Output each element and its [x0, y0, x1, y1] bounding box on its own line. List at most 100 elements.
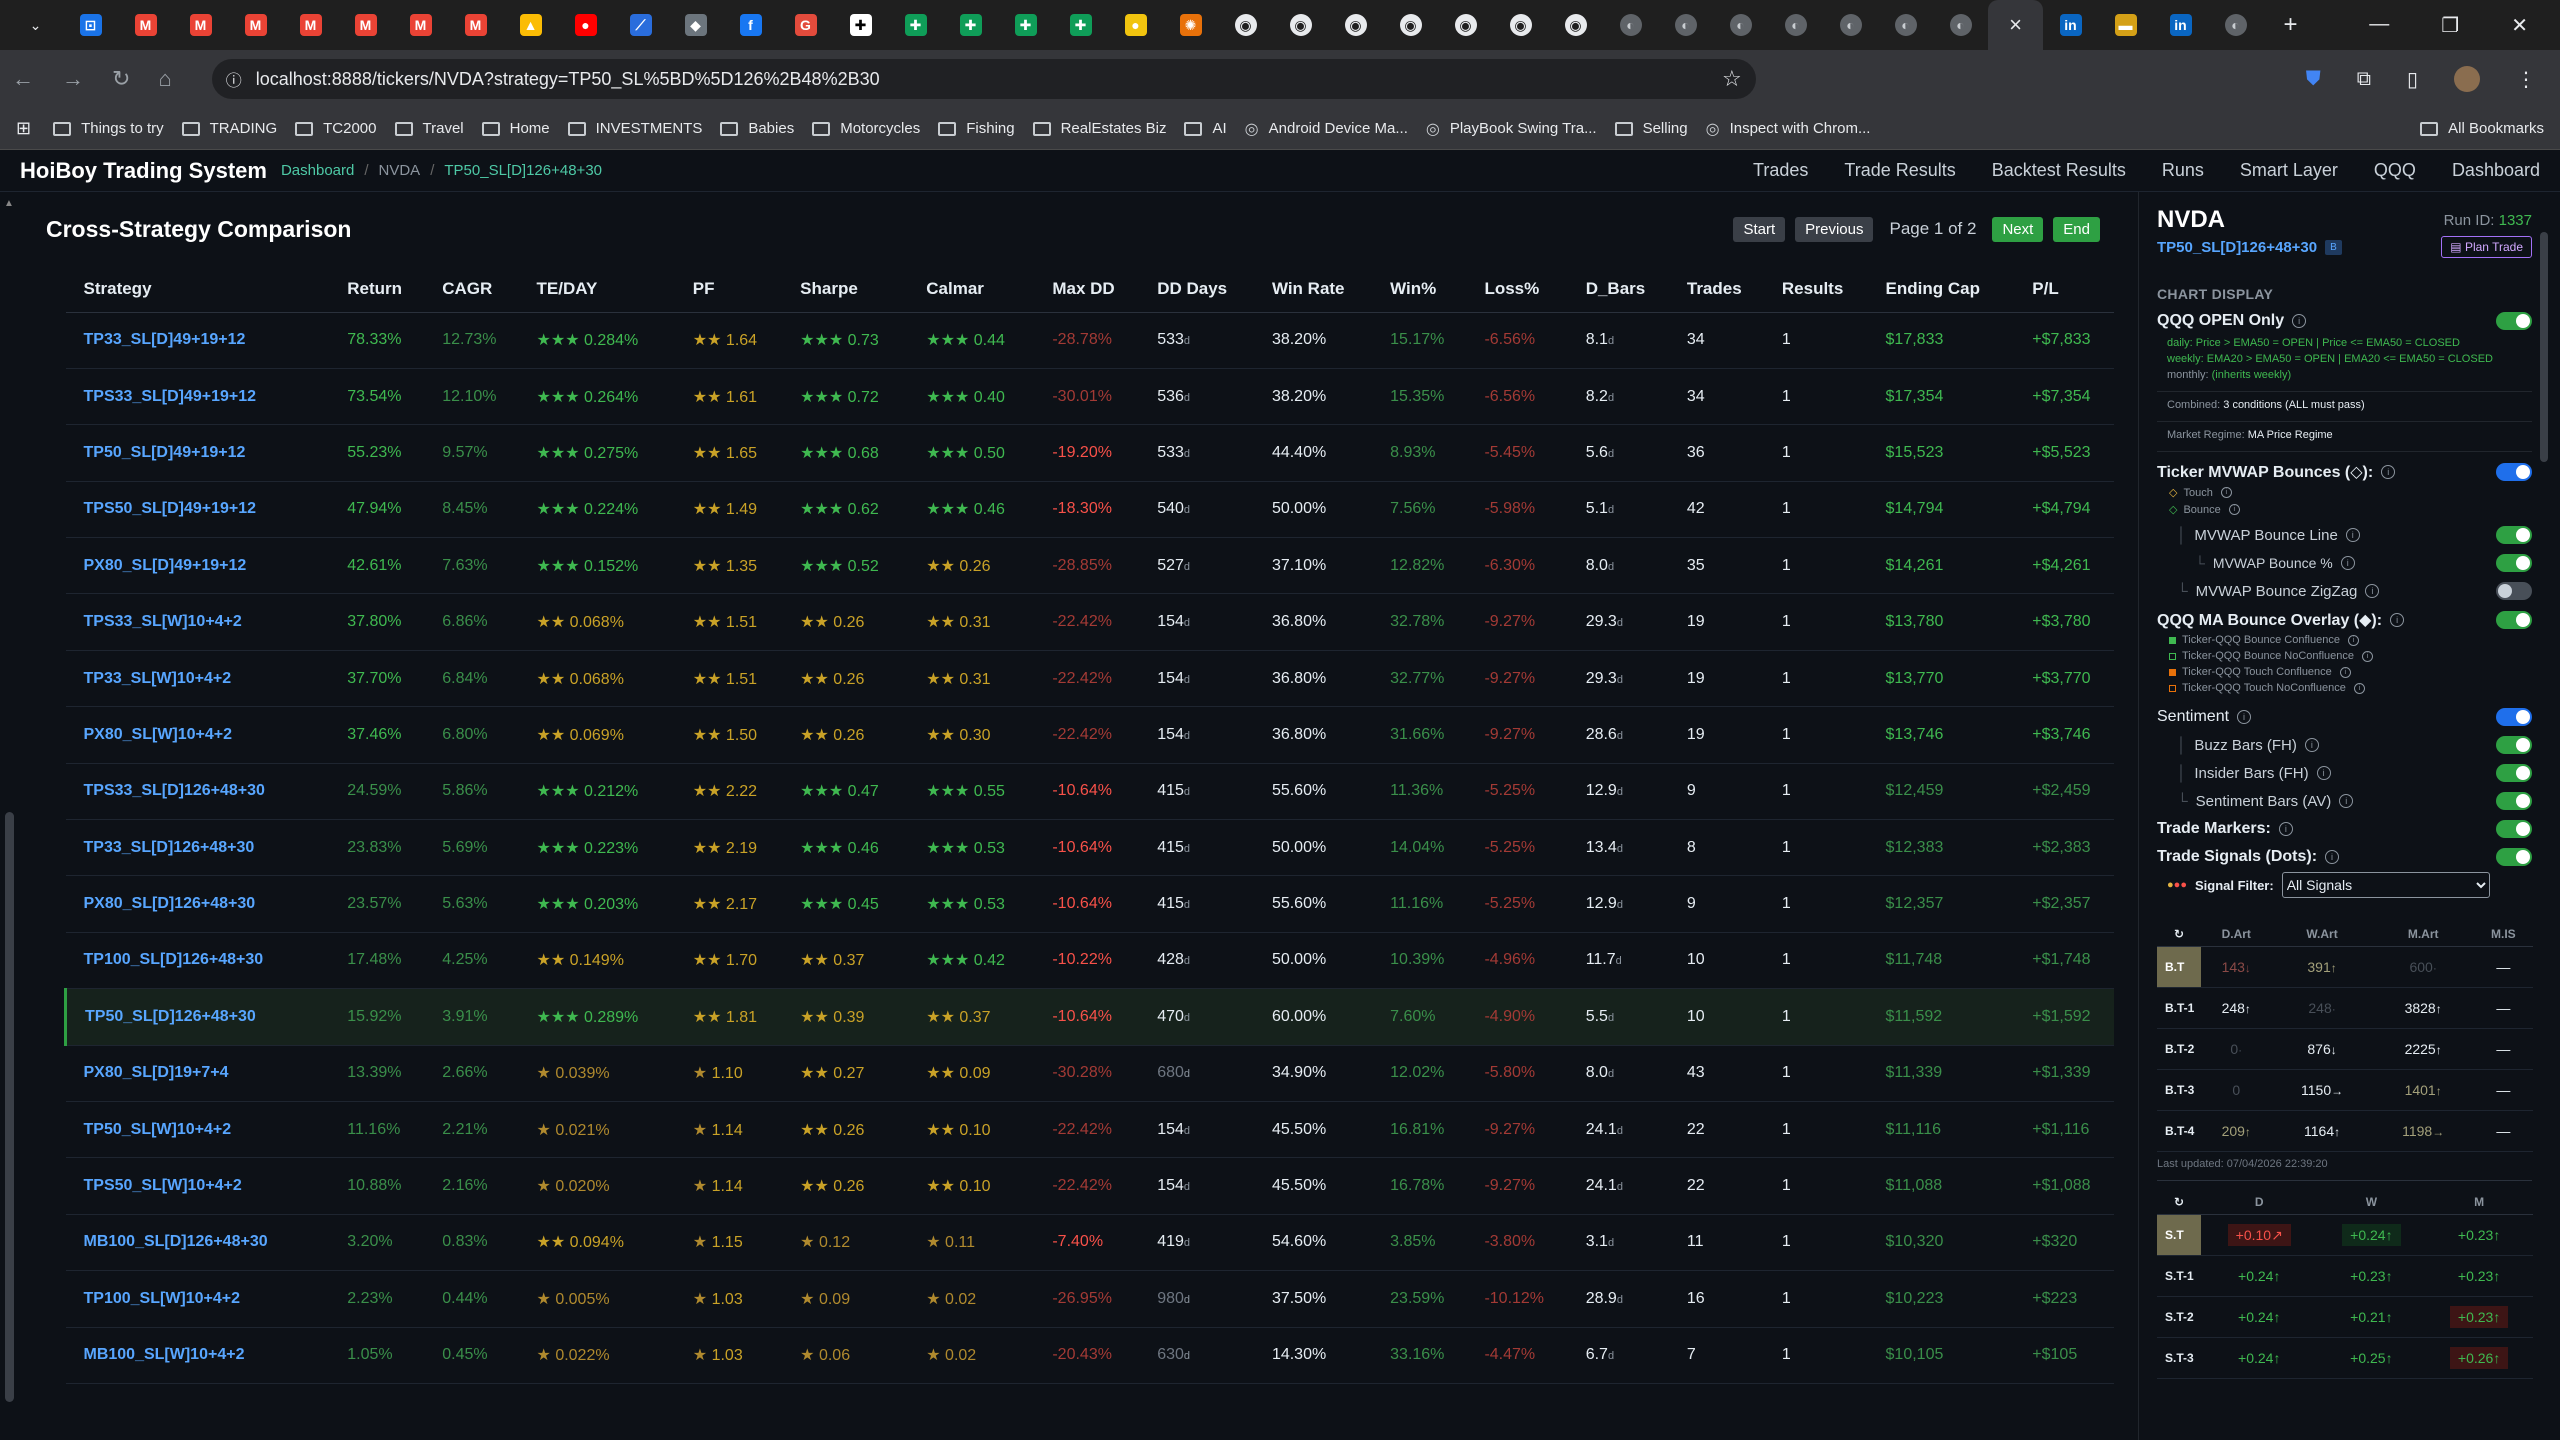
browser-tab[interactable]: ◉: [1328, 0, 1383, 50]
bookmark-item[interactable]: TC2000: [295, 120, 377, 137]
table-row[interactable]: TP33_SL[W]10+4+2 37.70% 6.84% ★★ 0.068% ★★ 1…: [65, 650, 2114, 708]
bookmark-item[interactable]: RealEstates Biz: [1032, 120, 1166, 137]
column-header[interactable]: Win Rate: [1253, 266, 1373, 313]
strategy-link[interactable]: PX80_SL[W]10+4+2: [65, 706, 330, 764]
refresh-icon[interactable]: ↻: [2157, 922, 2201, 947]
home-icon[interactable]: ⌂: [158, 66, 171, 92]
browser-tab[interactable]: M: [338, 0, 393, 50]
table-row[interactable]: TP100_SL[D]126+48+30 17.48% 4.25% ★★ 0.149%…: [65, 932, 2114, 990]
back-icon[interactable]: ←: [12, 66, 34, 92]
info-icon[interactable]: i: [2325, 850, 2340, 864]
info-icon[interactable]: i: [2345, 528, 2360, 542]
bookmark-item[interactable]: TRADING: [181, 120, 277, 137]
browser-tab[interactable]: ◉: [1383, 0, 1438, 50]
info-icon[interactable]: i: [2304, 738, 2319, 752]
signal-filter-select[interactable]: All Signals: [2281, 872, 2490, 898]
info-icon[interactable]: i: [2339, 794, 2354, 808]
strategy-link[interactable]: TP50_SL[D]49+19+12: [65, 424, 330, 482]
nav-link[interactable]: Smart Layer: [2240, 160, 2338, 181]
strategy-link[interactable]: TP33_SL[D]49+19+12: [65, 312, 330, 369]
browser-tab[interactable]: M: [173, 0, 228, 50]
trade-signals-toggle[interactable]: [2496, 848, 2532, 866]
info-icon[interactable]: i: [2237, 710, 2252, 724]
table-row[interactable]: PX80_SL[D]49+19+12 42.61% 7.63% ★★★ 0.152% ★…: [65, 537, 2114, 595]
st-row[interactable]: S.T-1 +0.24↑ +0.23↑ +0.23↑: [2157, 1255, 2533, 1297]
column-header[interactable]: Loss%: [1466, 266, 1568, 313]
strategy-link[interactable]: TP100_SL[D]126+48+30: [65, 932, 330, 990]
browser-tab[interactable]: ▬: [2098, 0, 2153, 50]
browser-tab[interactable]: f: [723, 0, 778, 50]
browser-tab[interactable]: ◐: [1878, 0, 1933, 50]
browser-tab[interactable]: ✚: [943, 0, 998, 50]
forward-icon[interactable]: →: [62, 66, 84, 92]
reload-icon[interactable]: ↻: [112, 66, 130, 92]
scroll-up-icon[interactable]: ▲: [4, 198, 14, 209]
qqq-open-toggle[interactable]: [2496, 312, 2532, 330]
info-icon[interactable]: i: [2390, 613, 2405, 627]
table-row[interactable]: PX80_SL[W]10+4+2 37.46% 6.80% ★★ 0.069% ★★ 1…: [65, 706, 2114, 764]
column-header[interactable]: Sharpe: [782, 266, 909, 313]
info-icon[interactable]: i: [2347, 634, 2359, 646]
nav-link[interactable]: QQQ: [2374, 160, 2416, 181]
mvwap-bounces-toggle[interactable]: [2496, 463, 2532, 481]
strategy-link[interactable]: PX80_SL[D]19+7+4: [65, 1045, 330, 1102]
sentiment-toggle[interactable]: [2496, 708, 2532, 726]
column-header[interactable]: Win%: [1372, 266, 1467, 313]
table-row[interactable]: TPS33_SL[D]49+19+12 73.54% 12.10% ★★★ 0.264…: [65, 368, 2114, 426]
bt-row[interactable]: B.T 143↓ 391↑ 600· —: [2157, 946, 2533, 988]
browser-tab[interactable]: ⊡: [63, 0, 118, 50]
browser-tab[interactable]: M: [118, 0, 173, 50]
plan-trade-button[interactable]: ▤ Plan Trade: [2441, 236, 2532, 258]
browser-tab[interactable]: ✚: [888, 0, 943, 50]
page-scrollbar[interactable]: ▲: [0, 192, 20, 1440]
nav-link[interactable]: Trade Results: [1844, 160, 1955, 181]
table-row[interactable]: PX80_SL[D]126+48+30 23.57% 5.63% ★★★ 0.203%…: [65, 875, 2114, 933]
column-header[interactable]: Calmar: [908, 266, 1035, 313]
browser-tab[interactable]: ✚: [1053, 0, 1108, 50]
info-icon[interactable]: i: [2381, 465, 2396, 479]
bt-row[interactable]: B.T-4 209↑ 1164↑ 1198→ —: [2157, 1110, 2533, 1152]
breadcrumb-dashboard[interactable]: Dashboard: [281, 162, 354, 179]
info-icon[interactable]: i: [2353, 682, 2365, 694]
browser-tab[interactable]: ◉: [1548, 0, 1603, 50]
close-icon[interactable]: ×: [2009, 12, 2022, 38]
bookmark-item[interactable]: Babies: [720, 120, 794, 137]
column-header[interactable]: Strategy: [65, 266, 330, 313]
table-row[interactable]: TP50_SL[D]126+48+30 15.92% 3.91% ★★★ 0.289%…: [64, 988, 2114, 1046]
browser-tab[interactable]: ▲: [503, 0, 558, 50]
column-header[interactable]: PF: [674, 266, 783, 313]
bookmark-item[interactable]: Fishing: [938, 120, 1015, 137]
insider-toggle[interactable]: [2496, 764, 2532, 782]
bookmark-item[interactable]: Things to try: [53, 120, 164, 137]
strategy-link[interactable]: PX80_SL[D]49+19+12: [65, 537, 330, 595]
table-row[interactable]: PX80_SL[D]19+7+4 13.39% 2.66% ★ 0.039% ★ 1.1…: [65, 1045, 2114, 1102]
table-row[interactable]: TP33_SL[D]49+19+12 78.33% 12.73% ★★★ 0.284%…: [65, 312, 2114, 369]
menu-kebab-icon[interactable]: ⋮: [2516, 67, 2536, 92]
active-tab[interactable]: ×: [1988, 0, 2043, 50]
nav-link[interactable]: Dashboard: [2452, 160, 2540, 181]
browser-tab[interactable]: in: [2153, 0, 2208, 50]
sidebar-icon[interactable]: ▯: [2407, 67, 2418, 92]
nav-link[interactable]: Trades: [1753, 160, 1808, 181]
browser-tab[interactable]: ◐: [1933, 0, 1988, 50]
next-button[interactable]: Next: [1992, 216, 2044, 242]
column-header[interactable]: Return: [329, 266, 425, 313]
strategy-link[interactable]: TPS33_SL[D]126+48+30: [65, 763, 330, 821]
puzzle-extension-icon[interactable]: ⧉: [2357, 68, 2371, 91]
strategy-link[interactable]: TP50_SL[W]10+4+2: [65, 1101, 330, 1159]
new-tab-button[interactable]: +: [2263, 0, 2318, 50]
browser-tab[interactable]: ⟋: [613, 0, 668, 50]
column-header[interactable]: Results: [1763, 266, 1868, 313]
table-row[interactable]: TP33_SL[D]126+48+30 23.83% 5.69% ★★★ 0.223%…: [65, 819, 2114, 877]
browser-tab[interactable]: M: [448, 0, 503, 50]
strategy-link[interactable]: MB100_SL[D]126+48+30: [65, 1214, 330, 1272]
browser-tab[interactable]: ◉: [1218, 0, 1273, 50]
buzz-toggle[interactable]: [2496, 736, 2532, 754]
minimize-icon[interactable]: —: [2369, 13, 2389, 38]
mvwap-zigzag-toggle[interactable]: [2496, 582, 2532, 600]
st-row[interactable]: S.T-2 +0.24↑ +0.21↑ +0.23↑: [2157, 1296, 2533, 1338]
strategy-link[interactable]: TP100_SL[W]10+4+2: [65, 1270, 330, 1328]
sentiment-bars-toggle[interactable]: [2496, 792, 2532, 810]
trade-markers-toggle[interactable]: [2496, 820, 2532, 838]
bookmark-item[interactable]: Home: [481, 120, 550, 137]
